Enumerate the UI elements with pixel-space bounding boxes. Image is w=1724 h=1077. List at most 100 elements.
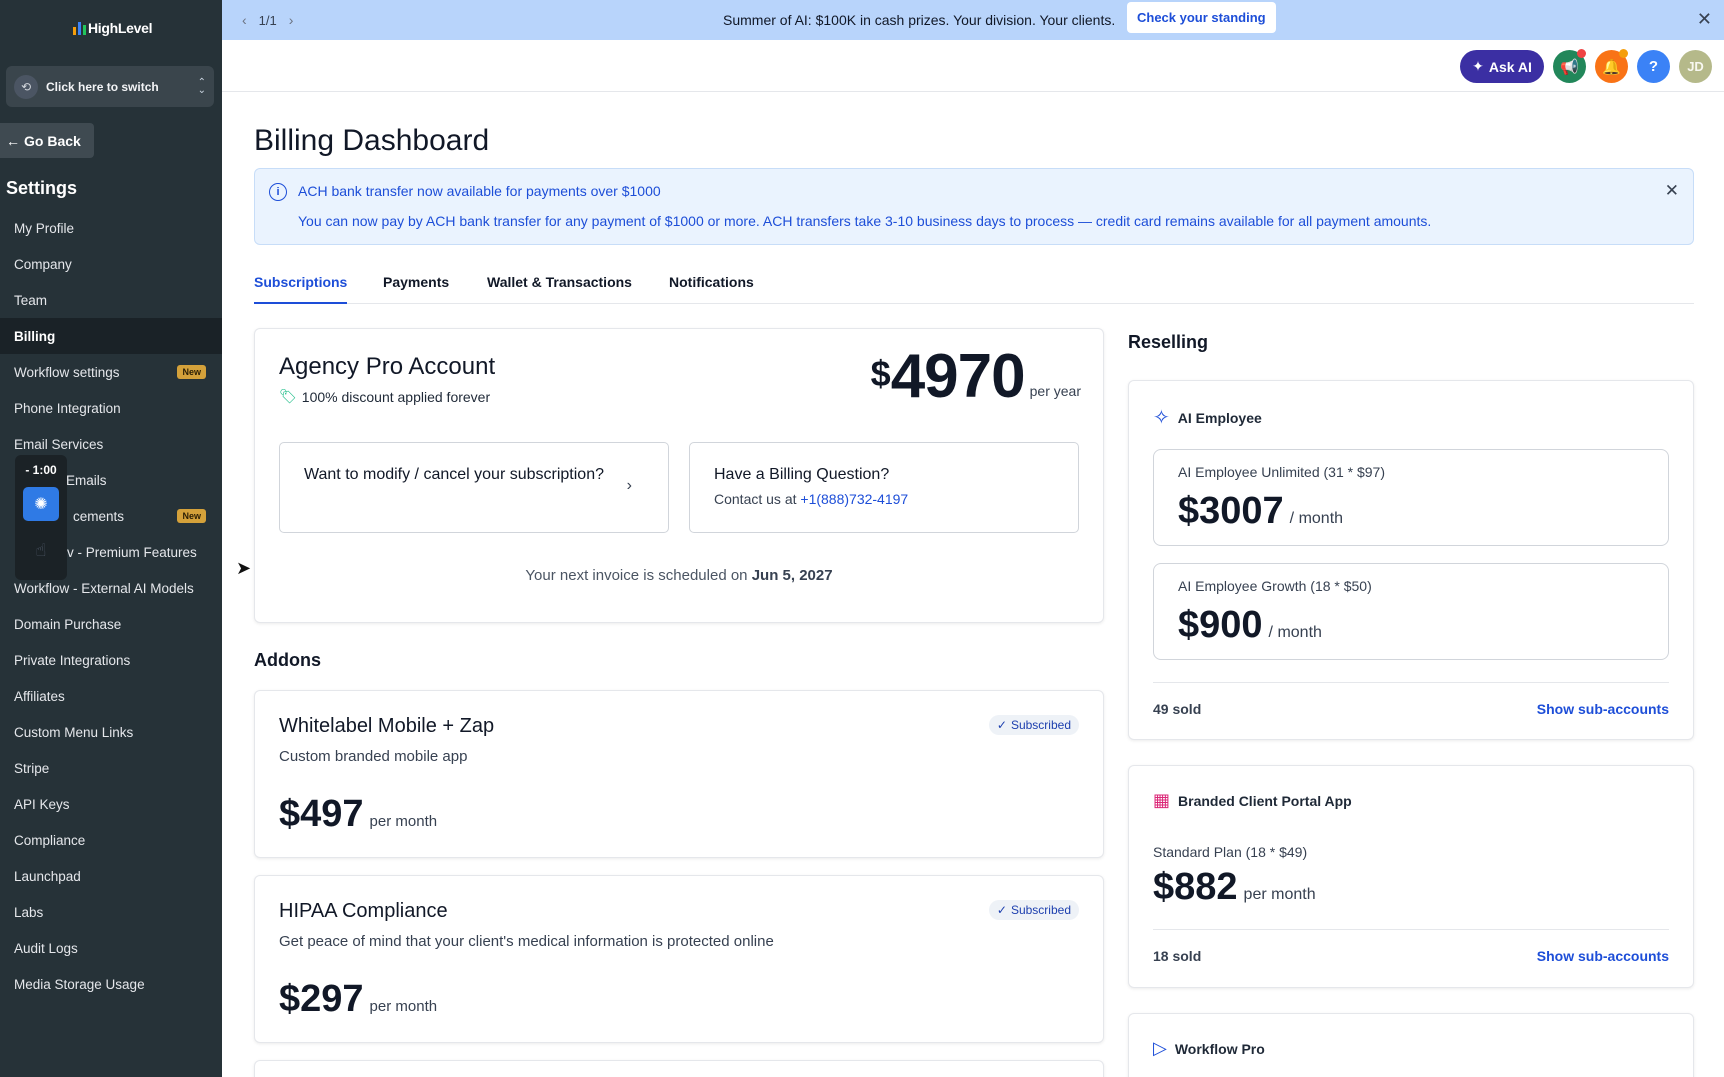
show-sub-accounts-link[interactable]: Show sub-accounts <box>1537 701 1669 717</box>
promo-banner: ‹ 1/1 › Summer of AI: $100K in cash priz… <box>222 0 1724 40</box>
next-invoice-text: Your next invoice is scheduled on Jun 5,… <box>255 567 1103 584</box>
sidebar-item-stripe[interactable]: Stripe <box>0 750 222 786</box>
sidebar-item-team[interactable]: Team <box>0 282 222 318</box>
megaphone-icon[interactable]: 📢 <box>1553 49 1586 83</box>
close-icon[interactable]: ✕ <box>1697 9 1712 30</box>
mouse-cursor-icon: ➤ <box>236 558 252 578</box>
chevron-left-icon[interactable]: ‹ <box>242 12 247 28</box>
sidebar-item-label: Private Integrations <box>14 652 131 668</box>
check-icon: ✓ <box>996 718 1007 732</box>
sidebar-item-label: Email Services <box>14 436 104 452</box>
plan-price-period: per month <box>1243 886 1316 903</box>
workflow-pro-header: ▷ Workflow Pro <box>1153 1038 1265 1059</box>
ask-ai-button[interactable]: ✦ Ask AI <box>1460 50 1544 83</box>
switch-icon: ⟲ <box>14 74 38 99</box>
arrow-left-icon: ← <box>6 132 20 149</box>
sidebar-item-label: Phone Integration <box>14 400 121 416</box>
plan-name: Standard Plan (18 * $49) <box>1153 844 1308 860</box>
sidebar-item-label: My Profile <box>14 220 75 236</box>
sidebar-item-labs[interactable]: Labs <box>0 894 222 930</box>
bell-icon[interactable]: 🔔 <box>1595 49 1628 83</box>
check-icon: ✓ <box>996 903 1007 917</box>
billing-question-title: Have a Billing Question? <box>714 466 890 483</box>
banner-pager: ‹ 1/1 › <box>242 0 293 40</box>
sidebar-item-audit-logs[interactable]: Audit Logs <box>0 930 222 966</box>
plan-name: AI Employee Unlimited (31 * $97) <box>1178 464 1385 480</box>
new-badge: New <box>177 365 206 379</box>
sold-count: 18 sold <box>1153 948 1202 964</box>
sidebar-item-compliance[interactable]: Compliance <box>0 822 222 858</box>
sidebar-item-label: Affiliates <box>14 688 65 704</box>
reselling-footer: 18 sold Show sub-accounts <box>1153 929 1669 964</box>
ai-employee-card: ✧ AI Employee AI Employee Unlimited (31 … <box>1128 380 1694 740</box>
sidebar-item-my-profile[interactable]: My Profile <box>0 210 222 246</box>
account-switcher[interactable]: ⟲ Click here to switch ⌃ ⌄ <box>6 66 214 107</box>
tab-subscriptions[interactable]: Subscriptions <box>254 274 348 304</box>
addon-price-period: per month <box>369 998 438 1015</box>
sidebar-item-label: Billing <box>14 328 56 344</box>
highlevel-logo[interactable]: HighLevel <box>73 20 153 36</box>
ask-ai-label: Ask AI <box>1488 58 1532 75</box>
sidebar-item-workflow-settings[interactable]: Workflow settings New <box>0 354 222 390</box>
addon-price-period: per month <box>369 813 438 830</box>
tab-payments[interactable]: Payments <box>383 274 449 304</box>
reselling-footer: 49 sold Show sub-accounts <box>1153 682 1669 717</box>
plan-card: AI Employee Unlimited (31 * $97) $3007 /… <box>1153 449 1669 546</box>
recording-timer-widget: - 1:00 ✺ ☝ <box>15 455 67 580</box>
sidebar-item-affiliates[interactable]: Affiliates <box>0 678 222 714</box>
loading-spinner-icon[interactable]: ✺ <box>23 487 59 521</box>
help-icon[interactable]: ? <box>1637 50 1670 83</box>
plan-price-period: / month <box>1289 510 1344 527</box>
discount-label: 🏷 100% discount applied forever <box>279 388 490 405</box>
check-standing-button[interactable]: Check your standing <box>1127 2 1276 33</box>
addon-card: Whitelabel Mobile + Zap ✓ Subscribed Cus… <box>254 690 1104 858</box>
modify-subscription-button[interactable]: Want to modify / cancel your subscriptio… <box>279 442 669 533</box>
plan-name: AI Employee Growth (18 * $50) <box>1178 578 1372 594</box>
ach-notice: i ACH bank transfer now available for pa… <box>254 168 1694 245</box>
ai-employee-header: ✧ AI Employee <box>1153 405 1262 430</box>
close-icon[interactable]: ✕ <box>1665 181 1679 201</box>
discount-text: 100% discount applied forever <box>301 388 491 405</box>
sidebar-item-api-keys[interactable]: API Keys <box>0 786 222 822</box>
avatar[interactable]: JD <box>1679 50 1712 83</box>
product-name: Branded Client Portal App <box>1178 792 1352 809</box>
help-label: ? <box>1648 58 1659 75</box>
price-period: per year <box>1029 383 1081 399</box>
chevron-right-icon: › <box>626 477 632 494</box>
plan-price-period: / month <box>1268 624 1322 641</box>
sidebar-item-phone-integration[interactable]: Phone Integration <box>0 390 222 426</box>
workflow-pro-card: ▷ Workflow Pro <box>1128 1013 1694 1077</box>
sidebar-item-private-integrations[interactable]: Private Integrations <box>0 642 222 678</box>
avatar-initials: JD <box>1687 59 1704 74</box>
sidebar-item-label: Custom Menu Links <box>14 724 134 740</box>
go-back-label: Go Back <box>24 132 81 149</box>
sold-count: 49 sold <box>1153 701 1202 717</box>
sidebar-item-launchpad[interactable]: Launchpad <box>0 858 222 894</box>
sidebar-item-domain-purchase[interactable]: Domain Purchase <box>0 606 222 642</box>
sidebar-item-company[interactable]: Company <box>0 246 222 282</box>
top-header: ✦ Ask AI 📢 🔔 ? JD <box>222 40 1724 92</box>
subscribed-label: Subscribed <box>1010 718 1071 732</box>
account-title: Agency Pro Account <box>279 353 496 380</box>
plan-price: $882 per month <box>1153 866 1316 909</box>
tab-notifications[interactable]: Notifications <box>669 274 754 304</box>
sidebar-item-media-storage-usage[interactable]: Media Storage Usage <box>0 966 222 1002</box>
plan-card: AI Employee Growth (18 * $50) $900 / mon… <box>1153 563 1669 660</box>
sidebar-item-billing[interactable]: Billing <box>0 318 222 354</box>
touch-icon[interactable]: ☝ <box>23 533 59 567</box>
subscribed-label: Subscribed <box>1010 903 1071 917</box>
tab-wallet-transactions[interactable]: Wallet & Transactions <box>487 274 632 304</box>
sidebar-item-custom-menu-links[interactable]: Custom Menu Links <box>0 714 222 750</box>
page-title: Billing Dashboard <box>254 124 490 157</box>
go-back-button[interactable]: ← Go Back <box>0 123 94 158</box>
billing-question-card: Have a Billing Question? Contact us at +… <box>689 442 1079 533</box>
support-phone-link[interactable]: +1(888)732-4197 <box>800 491 908 507</box>
settings-nav: My Profile Company Team Billing Workflow… <box>0 210 222 1002</box>
addon-card: HIPAA Compliance ✓ Subscribed Get peace … <box>254 875 1104 1043</box>
addon-description: Get peace of mind that your client's med… <box>279 933 774 950</box>
reselling-heading: Reselling <box>1128 332 1209 352</box>
sidebar-item-label: Labs <box>14 904 44 920</box>
chevron-right-icon[interactable]: › <box>289 12 294 28</box>
billing-tabs: Subscriptions Payments Wallet & Transact… <box>254 268 1694 304</box>
show-sub-accounts-link[interactable]: Show sub-accounts <box>1537 948 1669 964</box>
